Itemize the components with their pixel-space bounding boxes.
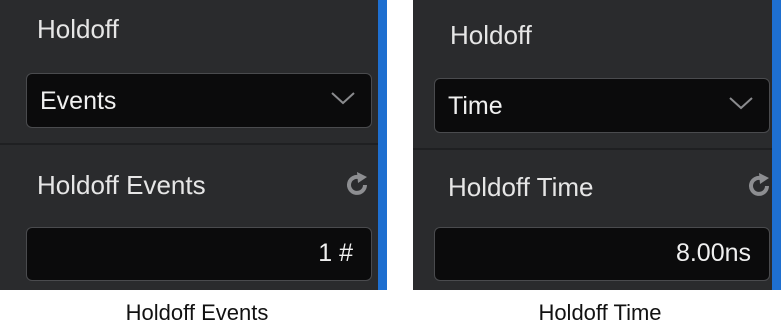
holdoff-events-input[interactable]: 1 # [26, 227, 372, 281]
holdoff-label: Holdoff [450, 20, 532, 50]
holdoff-mode-select[interactable]: Time [434, 78, 770, 133]
holdoff-mode-value: Time [448, 92, 503, 120]
caption-holdoff-time: Holdoff Time [538, 300, 662, 325]
chevron-down-icon [729, 97, 753, 110]
panel-accent-bar [378, 0, 387, 290]
holdoff-time-input[interactable]: 8.00ns [434, 227, 770, 281]
holdoff-mode-value: Events [40, 87, 117, 115]
panel-accent-bar [772, 0, 781, 290]
refresh-icon[interactable] [747, 173, 773, 199]
holdoff-events-value: 1 # [318, 239, 353, 267]
holdoff-time-value: 8.00ns [675, 239, 751, 267]
holdoff-time-label: Holdoff Time [448, 172, 594, 202]
chevron-down-icon [331, 92, 355, 105]
holdoff-time-panel: Holdoff Time Holdoff Time 8.00ns [413, 0, 781, 290]
holdoff-events-panel: Holdoff Events Holdoff Events 1 # [0, 0, 387, 290]
refresh-icon[interactable] [345, 172, 371, 198]
holdoff-label: Holdoff [37, 14, 119, 44]
caption-holdoff-events: Holdoff Events [125, 300, 269, 325]
section-divider [0, 143, 378, 145]
holdoff-events-label: Holdoff Events [37, 170, 206, 200]
holdoff-mode-select[interactable]: Events [26, 73, 372, 128]
section-divider [413, 148, 772, 150]
